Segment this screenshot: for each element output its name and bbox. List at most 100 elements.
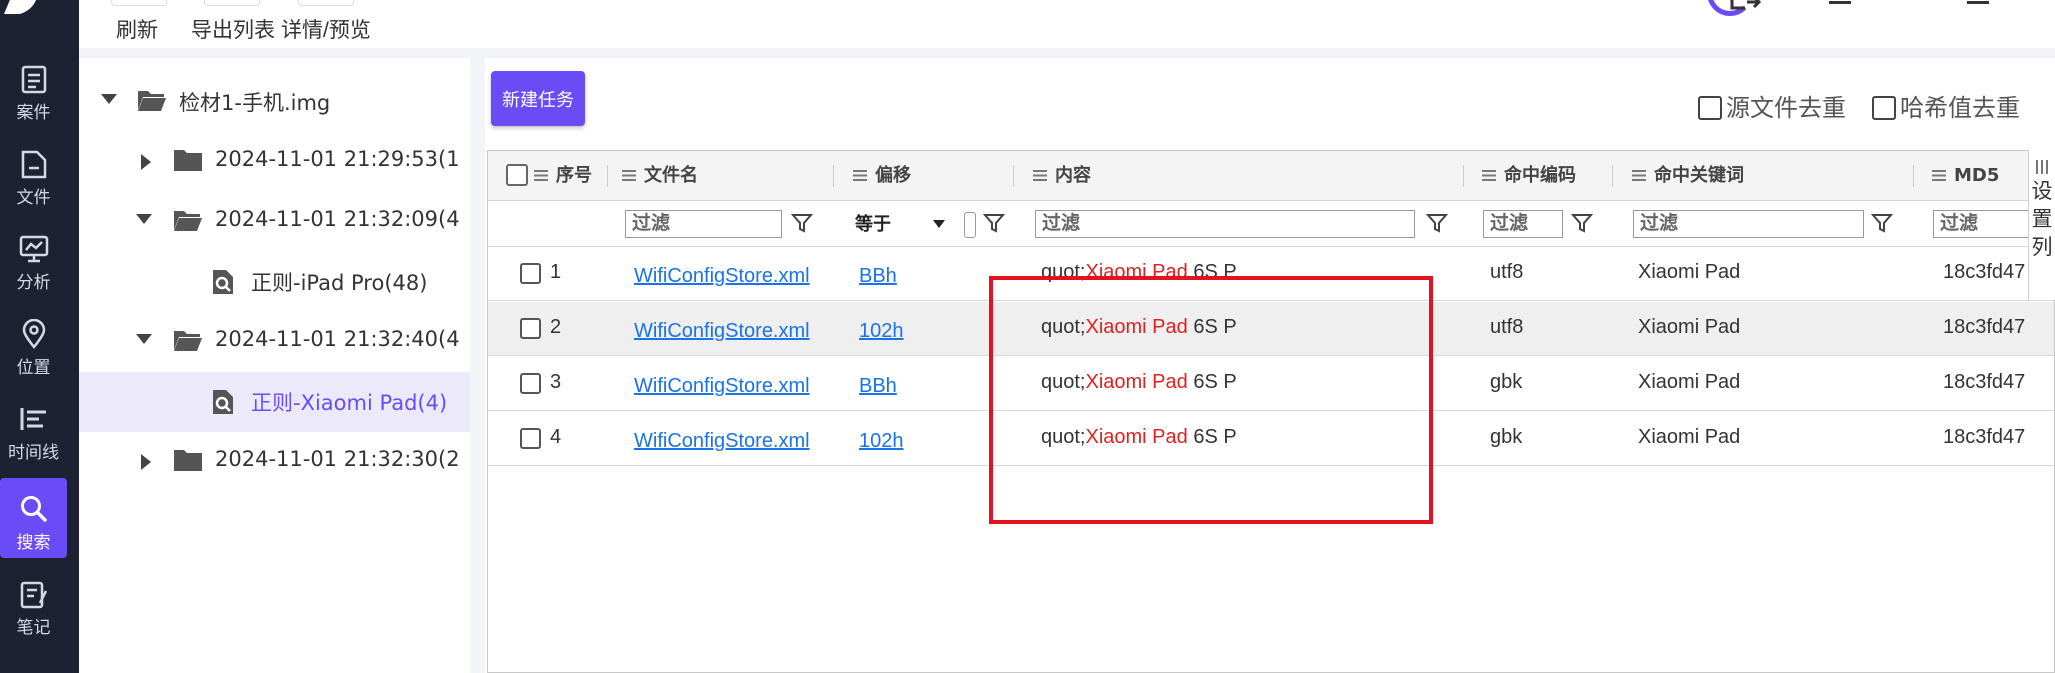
filter-input-filename[interactable]: 过滤: [625, 210, 782, 238]
tree-item-task[interactable]: 2024-11-01 21:29:53(1: [79, 132, 470, 192]
caret-down-icon[interactable]: [136, 334, 152, 344]
exit-icon[interactable]: [1729, 0, 1763, 12]
column-header-content[interactable]: 内容: [1033, 151, 1091, 201]
rail-label: 时间线: [8, 443, 59, 463]
filter-icon[interactable]: [791, 212, 813, 234]
table-row[interactable]: 4 WifiConfigStore.xml 102h quot;Xiaomi P…: [488, 412, 2054, 466]
toolbar-icon-stub[interactable]: [111, 0, 167, 6]
toolbar-icon-stub[interactable]: [298, 0, 354, 6]
select-all-checkbox[interactable]: [506, 164, 528, 186]
tree-item-evidence[interactable]: 检材1-手机.img: [79, 72, 470, 132]
rail-item-timeline[interactable]: 时间线: [0, 388, 67, 468]
caret-right-icon[interactable]: [141, 454, 151, 470]
refresh-button[interactable]: 刷新: [116, 14, 158, 44]
filename-link[interactable]: WifiConfigStore.xml: [634, 320, 810, 342]
cell-seq: 1: [550, 261, 562, 283]
row-checkbox[interactable]: [520, 318, 541, 339]
rail-item-analysis[interactable]: 分析: [0, 218, 67, 298]
caret-right-icon[interactable]: [141, 154, 151, 170]
rail-label: 案件: [16, 103, 51, 123]
rail-item-file[interactable]: 文件: [0, 133, 67, 213]
column-menu-icon[interactable]: [1632, 170, 1646, 181]
tree-item-task[interactable]: 2024-11-01 21:32:30(2: [79, 432, 470, 492]
settings-tab-char: 设: [2031, 180, 2053, 203]
rail-label: 分析: [16, 273, 51, 293]
offset-link[interactable]: 102h: [859, 320, 904, 342]
filter-icon[interactable]: [1571, 212, 1593, 234]
rail-item-notes[interactable]: 笔记: [0, 563, 67, 643]
caret-down-icon[interactable]: [101, 94, 117, 104]
cell-filename: WifiConfigStore.xml: [634, 430, 810, 453]
column-header-seq[interactable]: 序号: [534, 151, 592, 201]
filter-input-content[interactable]: 过滤: [1035, 210, 1415, 238]
export-list-button[interactable]: 导出列表: [191, 14, 275, 44]
row-checkbox[interactable]: [520, 263, 541, 284]
column-menu-icon[interactable]: [1033, 170, 1047, 181]
filename-link[interactable]: WifiConfigStore.xml: [634, 375, 810, 397]
tree-item-label: 正则-iPad Pro(48): [251, 271, 428, 295]
offset-link[interactable]: BBh: [859, 265, 897, 287]
filter-input-keyword[interactable]: 过滤: [1633, 210, 1864, 238]
tree-item-result-selected[interactable]: 正则-Xiaomi Pad(4): [79, 372, 470, 432]
tree-item-task[interactable]: 2024-11-01 21:32:09(4: [79, 192, 470, 252]
column-menu-icon[interactable]: [853, 170, 867, 181]
cell-md5: 18c3fd47: [1943, 371, 2026, 393]
table-row[interactable]: 2 WifiConfigStore.xml 102h quot;Xiaomi P…: [488, 302, 2054, 356]
rail-item-location[interactable]: 位置: [0, 303, 67, 383]
cell-offset: 102h: [859, 320, 904, 343]
rail-item-case[interactable]: 案件: [0, 48, 67, 128]
tree-item-task[interactable]: 2024-11-01 21:32:40(4: [79, 312, 470, 372]
checkbox-box[interactable]: [1698, 96, 1722, 120]
filter-icon[interactable]: [983, 212, 1005, 234]
dedup-source-checkbox[interactable]: 源文件去重: [1698, 88, 1846, 123]
cell-keyword: Xiaomi Pad: [1638, 426, 1741, 448]
dedup-hash-label: 哈希值去重: [1900, 95, 2020, 122]
column-header-offset[interactable]: 偏移: [853, 151, 911, 201]
filename-link[interactable]: WifiConfigStore.xml: [634, 265, 810, 287]
column-header-encoding[interactable]: 命中编码: [1482, 151, 1576, 201]
column-header-keyword[interactable]: 命中关键词: [1632, 151, 1744, 201]
checkbox-box[interactable]: [1872, 96, 1896, 120]
toolbar-icon-stub[interactable]: [204, 0, 260, 6]
filename-link[interactable]: WifiConfigStore.xml: [634, 430, 810, 452]
filter-icon[interactable]: [1871, 212, 1893, 234]
timeline-icon: [20, 408, 46, 430]
rail-label: 文件: [16, 188, 51, 208]
folder-icon: [174, 150, 202, 171]
column-resizer[interactable]: [1913, 165, 1914, 187]
details-preview-button[interactable]: 详情/预览: [281, 14, 371, 44]
column-menu-icon[interactable]: [1932, 170, 1946, 181]
offset-filter-operator[interactable]: 等于: [855, 210, 891, 238]
column-resizer[interactable]: [1612, 165, 1613, 187]
column-header-filename[interactable]: 文件名: [622, 151, 698, 201]
column-resizer[interactable]: [607, 165, 608, 187]
row-checkbox[interactable]: [520, 428, 541, 449]
row-checkbox[interactable]: [520, 373, 541, 394]
tree-item-result[interactable]: 正则-iPad Pro(48): [79, 252, 470, 312]
column-menu-icon[interactable]: [1482, 170, 1496, 181]
column-resizer[interactable]: [1463, 165, 1464, 187]
column-resizer[interactable]: [1013, 165, 1014, 187]
table-row[interactable]: 1 WifiConfigStore.xml BBh quot;Xiaomi Pa…: [488, 247, 2054, 301]
filter-input-offset[interactable]: [964, 212, 976, 238]
column-menu-icon[interactable]: [534, 170, 548, 181]
caret-down-icon[interactable]: [136, 214, 152, 224]
column-menu-icon[interactable]: [622, 170, 636, 181]
filter-icon[interactable]: [1426, 212, 1448, 234]
offset-link[interactable]: BBh: [859, 375, 897, 397]
column-settings-tab[interactable]: 设 置 列: [2028, 150, 2055, 300]
chevron-down-icon[interactable]: [933, 220, 945, 228]
cell-keyword: Xiaomi Pad: [1638, 316, 1741, 338]
panel-splitter[interactable]: [470, 58, 485, 673]
minimize-icon[interactable]: [1829, 0, 1851, 4]
table-row[interactable]: 3 WifiConfigStore.xml BBh quot;Xiaomi Pa…: [488, 357, 2054, 411]
offset-link[interactable]: 102h: [859, 430, 904, 452]
dedup-hash-checkbox[interactable]: 哈希值去重: [1872, 88, 2020, 123]
column-header-md5[interactable]: MD5: [1932, 151, 1999, 201]
window-icon[interactable]: [1967, 0, 1989, 4]
filter-input-encoding[interactable]: 过滤: [1483, 210, 1563, 238]
tree-item-label: 2024-11-01 21:32:40(4: [215, 327, 460, 351]
new-task-button[interactable]: 新建任务: [491, 71, 585, 126]
rail-item-search[interactable]: 搜索: [0, 478, 67, 558]
column-resizer[interactable]: [833, 165, 834, 187]
